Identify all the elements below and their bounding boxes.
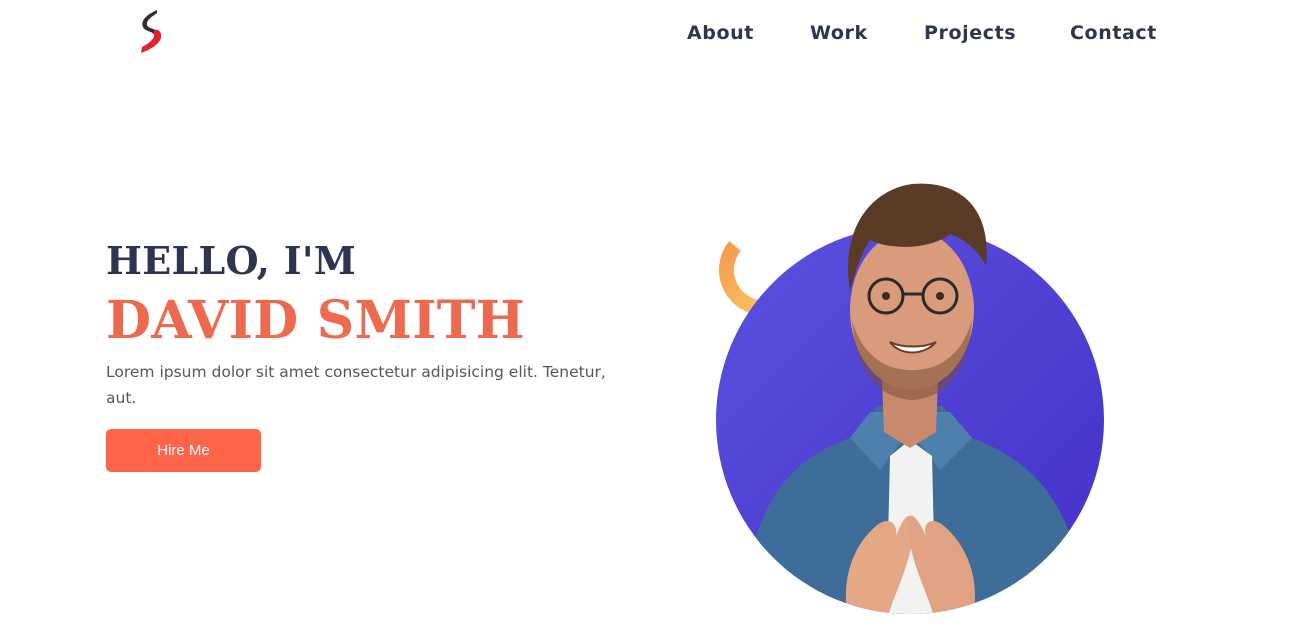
- hero-greeting: HELLO, I'M: [106, 238, 357, 283]
- nav-projects-link[interactable]: Projects: [924, 22, 1016, 44]
- hero-name: DAVID SMITH: [106, 290, 525, 351]
- nav-about-link[interactable]: About: [687, 22, 754, 44]
- hero-visual: [700, 170, 1120, 626]
- page: About Work Projects Contact HELLO, I'M D…: [0, 0, 1312, 626]
- nav-contact-link[interactable]: Contact: [1070, 22, 1157, 44]
- nav-work-link[interactable]: Work: [810, 22, 868, 44]
- hero-description: Lorem ipsum dolor sit amet consectetur a…: [106, 363, 606, 407]
- portrait-illustration: [716, 183, 1104, 614]
- main-nav: About Work Projects Contact: [0, 22, 1312, 48]
- hire-me-button[interactable]: Hire Me: [106, 429, 261, 472]
